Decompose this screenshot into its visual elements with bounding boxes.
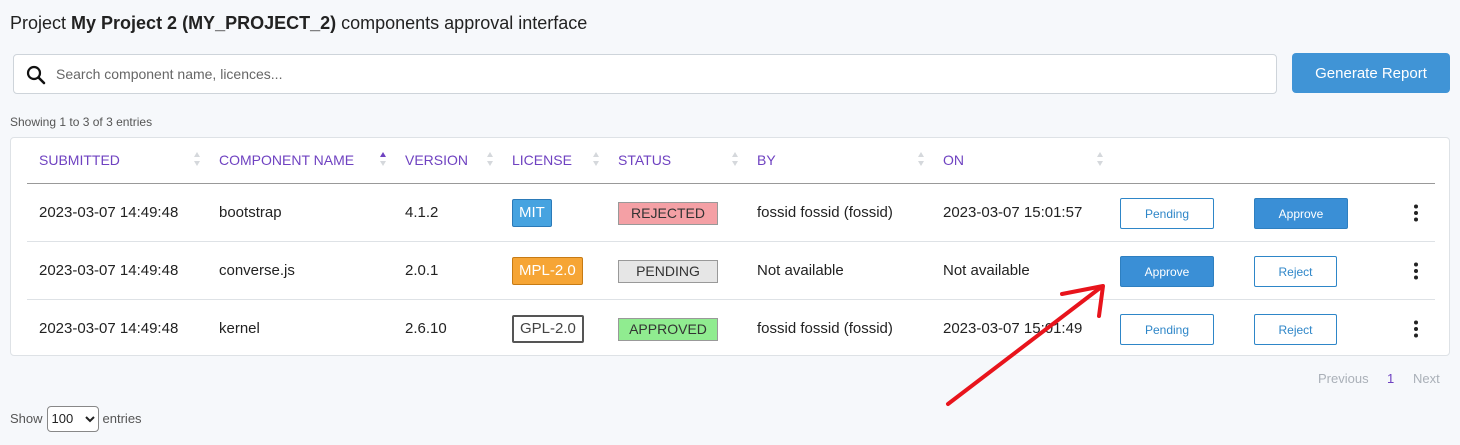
annotation-arrow-icon bbox=[946, 284, 1105, 406]
approve-button[interactable]: Approve bbox=[1254, 198, 1348, 229]
sort-icon[interactable] bbox=[193, 149, 201, 169]
more-options-icon[interactable] bbox=[1412, 261, 1420, 281]
column-header-version[interactable]: VERSION bbox=[405, 152, 468, 168]
sort-icon[interactable] bbox=[486, 149, 494, 169]
version-cell: 4.1.2 bbox=[405, 204, 439, 221]
approve-button[interactable]: Approve bbox=[1120, 256, 1214, 287]
title-suffix: components approval interface bbox=[336, 13, 588, 33]
by-cell: fossid fossid (fossid) bbox=[757, 320, 893, 337]
page-length-control: Show 100 entries bbox=[10, 405, 142, 432]
component-name-cell: kernel bbox=[219, 320, 260, 337]
sort-icon[interactable] bbox=[917, 149, 925, 169]
column-header-on[interactable]: ON bbox=[943, 152, 964, 168]
submitted-cell: 2023-03-07 14:49:48 bbox=[39, 320, 179, 337]
search-box[interactable] bbox=[13, 54, 1277, 94]
table-row: 2023-03-07 14:49:48 kernel 2.6.10 GPL-2.… bbox=[27, 300, 1435, 358]
version-cell: 2.0.1 bbox=[405, 262, 439, 279]
entries-info: Showing 1 to 3 of 3 entries bbox=[10, 115, 153, 129]
more-options-icon[interactable] bbox=[1412, 319, 1420, 339]
sort-icon[interactable] bbox=[731, 149, 739, 169]
license-badge: MIT bbox=[512, 199, 552, 227]
reject-button[interactable]: Reject bbox=[1254, 256, 1337, 287]
version-cell: 2.6.10 bbox=[405, 320, 447, 337]
on-cell: 2023-03-07 15:01:57 bbox=[943, 204, 1083, 221]
sort-asc-icon[interactable] bbox=[379, 149, 387, 169]
by-cell: fossid fossid (fossid) bbox=[757, 204, 893, 221]
entries-label: entries bbox=[102, 411, 142, 426]
submitted-cell: 2023-03-07 14:49:48 bbox=[39, 204, 179, 221]
page-length-select[interactable]: 100 bbox=[46, 405, 99, 432]
status-badge: PENDING bbox=[618, 260, 718, 283]
table-row: 2023-03-07 14:49:48 bootstrap 4.1.2 MIT … bbox=[27, 184, 1435, 242]
sort-icon[interactable] bbox=[1096, 149, 1104, 169]
submitted-cell: 2023-03-07 14:49:48 bbox=[39, 262, 179, 279]
show-label: Show bbox=[10, 411, 43, 426]
by-cell: Not available bbox=[757, 262, 844, 279]
column-header-submitted[interactable]: SUBMITTED bbox=[39, 152, 120, 168]
generate-report-button[interactable]: Generate Report bbox=[1292, 53, 1450, 93]
search-input[interactable] bbox=[56, 55, 1266, 93]
component-name-cell: converse.js bbox=[219, 262, 295, 279]
table-header: SUBMITTED COMPONENT NAME VERSION LICENSE… bbox=[27, 138, 1435, 184]
license-badge: GPL-2.0 bbox=[512, 315, 584, 343]
status-badge: APPROVED bbox=[618, 318, 718, 341]
pending-button[interactable]: Pending bbox=[1120, 198, 1214, 229]
more-options-icon[interactable] bbox=[1412, 203, 1420, 223]
pagination-previous[interactable]: Previous bbox=[1318, 371, 1369, 386]
column-header-license[interactable]: LICENSE bbox=[512, 152, 572, 168]
column-header-component-name[interactable]: COMPONENT NAME bbox=[219, 152, 354, 168]
components-table: SUBMITTED COMPONENT NAME VERSION LICENSE… bbox=[10, 137, 1450, 356]
pending-button[interactable]: Pending bbox=[1120, 314, 1214, 345]
page-title: Project My Project 2 (MY_PROJECT_2) comp… bbox=[10, 13, 587, 34]
license-badge: MPL-2.0 bbox=[512, 257, 583, 285]
column-header-status[interactable]: STATUS bbox=[618, 152, 671, 168]
project-name: My Project 2 (MY_PROJECT_2) bbox=[71, 13, 337, 33]
reject-button[interactable]: Reject bbox=[1254, 314, 1337, 345]
title-prefix: Project bbox=[10, 13, 72, 33]
column-header-by[interactable]: BY bbox=[757, 152, 776, 168]
search-icon bbox=[26, 65, 46, 85]
pagination-page-1[interactable]: 1 bbox=[1387, 371, 1394, 386]
status-badge: REJECTED bbox=[618, 202, 718, 225]
table-row: 2023-03-07 14:49:48 converse.js 2.0.1 MP… bbox=[27, 242, 1435, 300]
component-name-cell: bootstrap bbox=[219, 204, 282, 221]
pagination-next[interactable]: Next bbox=[1413, 371, 1440, 386]
on-cell: Not available bbox=[943, 262, 1030, 279]
sort-icon[interactable] bbox=[592, 149, 600, 169]
